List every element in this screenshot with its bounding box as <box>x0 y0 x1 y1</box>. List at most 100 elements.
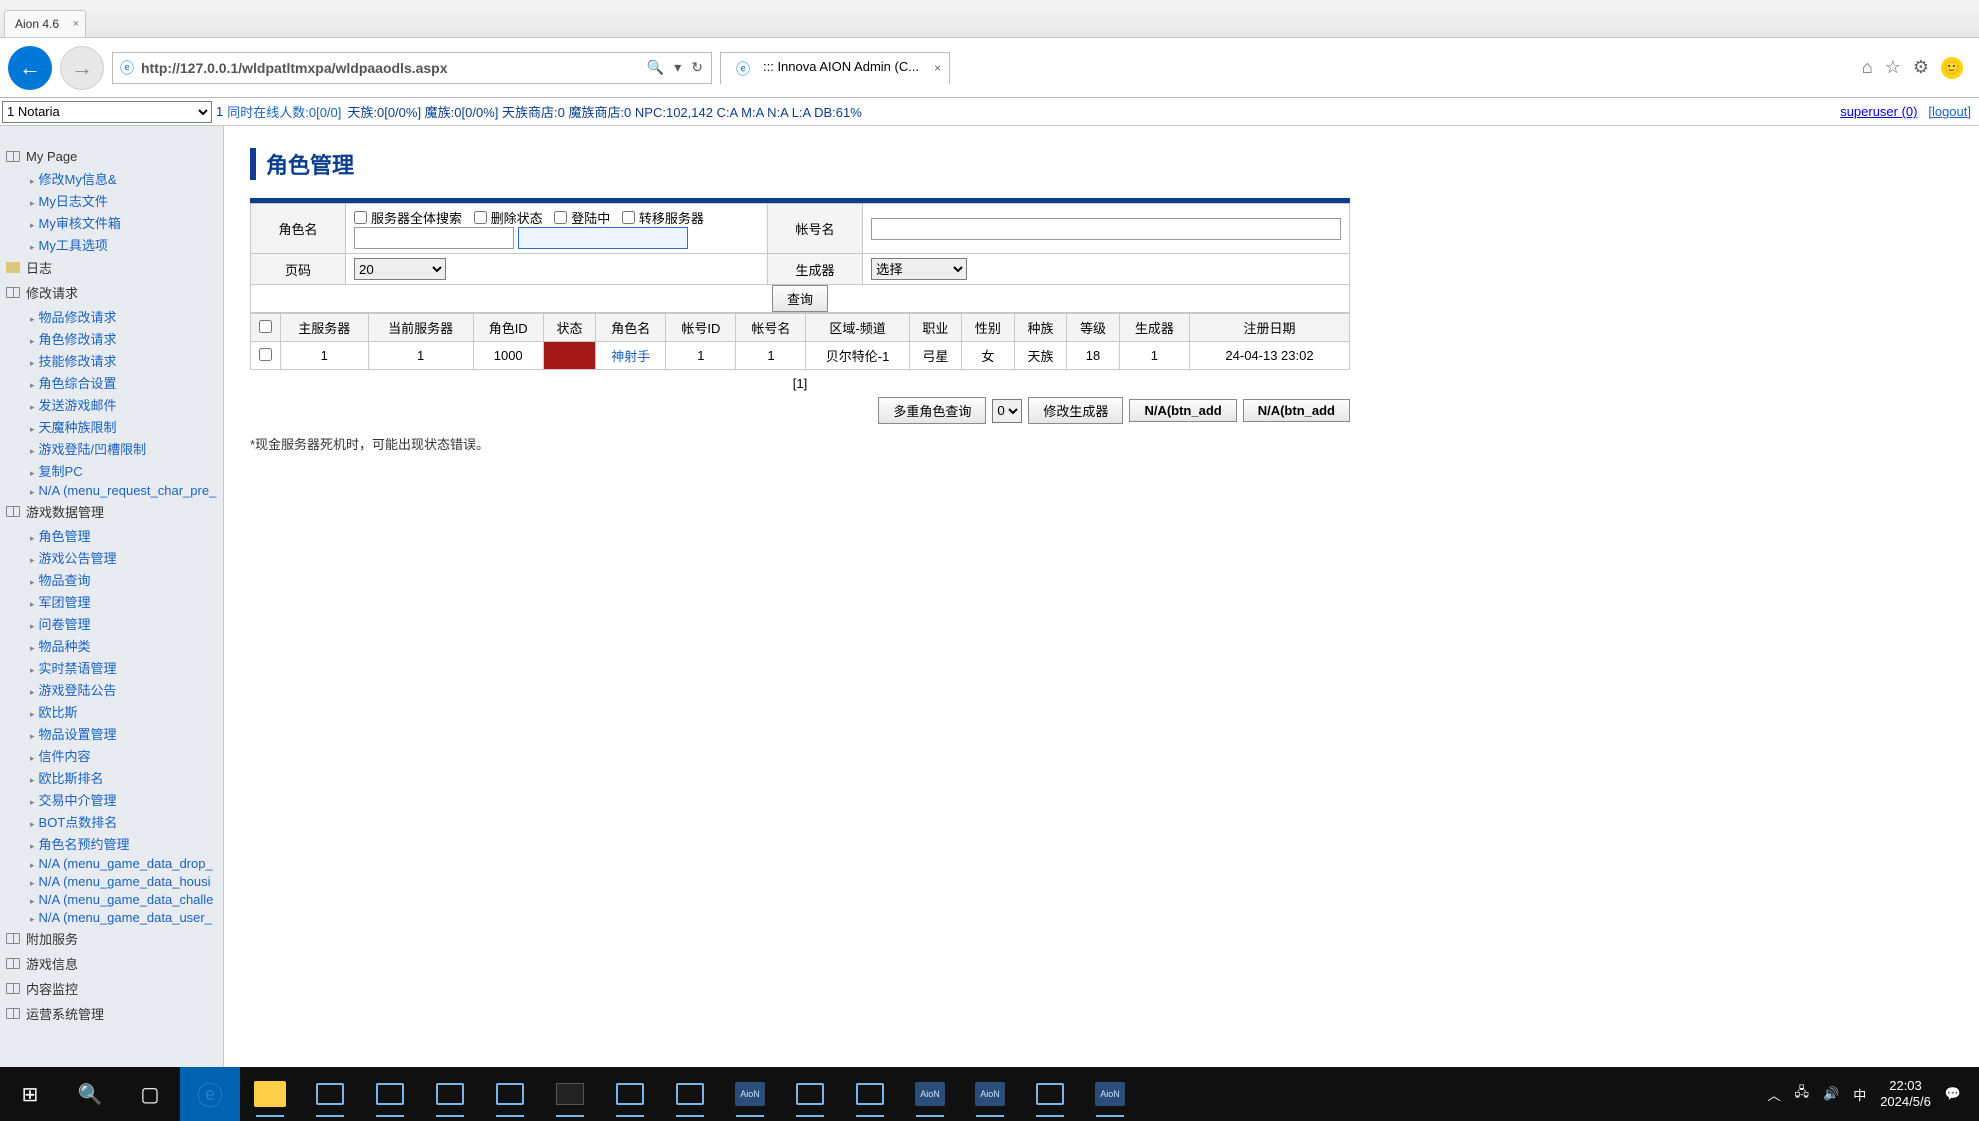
favorites-icon[interactable]: ☆ <box>1885 57 1901 79</box>
taskbar-window-1[interactable] <box>306 1074 354 1114</box>
sidebar-item[interactable]: 技能修改请求 <box>30 349 223 371</box>
sidebar-item[interactable]: 欧比斯排名 <box>30 766 223 788</box>
sidebar-link[interactable]: 修改My信息& <box>39 172 117 187</box>
sidebar-item[interactable]: 修改My信息& <box>30 167 223 189</box>
modify-generator-button[interactable]: 修改生成器 <box>1028 397 1123 424</box>
tray-notifications-icon[interactable]: 💬 <box>1945 1086 1961 1102</box>
sidebar-link[interactable]: 信件内容 <box>39 749 91 764</box>
table-row[interactable]: 1 1 1000 神射手 1 1 贝尔特伦-1 弓星 女 天族 18 1 24-… <box>251 342 1350 370</box>
sidebar-item[interactable]: 军团管理 <box>30 590 223 612</box>
taskbar-window-8[interactable] <box>846 1074 894 1114</box>
start-button[interactable]: ⊞ <box>0 1067 60 1121</box>
logout-link[interactable]: [logout] <box>1928 104 1971 119</box>
cb-del-state[interactable]: 删除状态 <box>474 208 543 227</box>
role-name-input[interactable] <box>354 227 514 249</box>
sidebar-link[interactable]: N/A (menu_game_data_user_ <box>39 910 212 925</box>
cb-all-servers[interactable]: 服务器全体搜索 <box>354 208 462 227</box>
sidebar-link[interactable]: 天魔种族限制 <box>39 420 117 435</box>
sidebar-item[interactable]: 游戏登陆/凹槽限制 <box>30 437 223 459</box>
sidebar-section-addon[interactable]: 附加服务 <box>6 926 223 951</box>
sidebar-item[interactable]: 角色综合设置 <box>30 371 223 393</box>
current-user-link[interactable]: superuser (0) <box>1840 104 1917 119</box>
sidebar-item[interactable]: 复制PC <box>30 459 223 481</box>
row-checkbox[interactable] <box>259 348 272 361</box>
sidebar-link[interactable]: My审核文件箱 <box>39 216 121 231</box>
sidebar-item[interactable]: 角色修改请求 <box>30 327 223 349</box>
sidebar-link[interactable]: 游戏登陆/凹槽限制 <box>39 442 147 457</box>
sidebar-link[interactable]: 角色综合设置 <box>39 376 117 391</box>
taskbar-window-7[interactable] <box>786 1074 834 1114</box>
sidebar-link[interactable]: 实时禁语管理 <box>39 661 117 676</box>
sidebar-link[interactable]: N/A (menu_game_data_drop_ <box>39 856 213 871</box>
address-input[interactable] <box>141 60 639 76</box>
sidebar-link[interactable]: 游戏登陆公告 <box>39 683 117 698</box>
taskbar-window-4[interactable] <box>486 1074 534 1114</box>
address-bar[interactable]: ⓔ 🔍 ▾ ↻ <box>112 52 712 84</box>
browser-tab[interactable]: ⓔ ::: Innova AION Admin (C... × <box>720 52 950 84</box>
taskbar-window-9[interactable] <box>1026 1074 1074 1114</box>
role-name-input-2[interactable] <box>518 227 688 249</box>
sidebar-item[interactable]: N/A (menu_game_data_challe <box>30 890 223 908</box>
sidebar-item[interactable]: N/A (menu_game_data_housi <box>30 872 223 890</box>
sidebar-link[interactable]: 角色名预约管理 <box>39 837 130 852</box>
sidebar-section-monitor[interactable]: 内容监控 <box>6 976 223 1001</box>
page-size-select[interactable]: 20 <box>354 258 446 280</box>
search-button[interactable]: 🔍 <box>60 1067 120 1121</box>
cb-transfer[interactable]: 转移服务器 <box>622 208 704 227</box>
sidebar-item[interactable]: 物品种类 <box>30 634 223 656</box>
btn-add-2[interactable]: N/A(btn_add <box>1243 399 1350 422</box>
close-icon[interactable]: × <box>934 61 941 75</box>
sidebar-link[interactable]: 技能修改请求 <box>39 354 117 369</box>
sidebar-link[interactable]: N/A (menu_game_data_challe <box>39 892 214 907</box>
dropdown-icon[interactable]: ▾ <box>674 59 681 76</box>
taskbar-aion-1[interactable]: AioN <box>726 1074 774 1114</box>
taskview-button[interactable]: ▢ <box>120 1067 180 1121</box>
sidebar-link[interactable]: BOT点数排名 <box>39 815 118 830</box>
taskbar-clock[interactable]: 22:03 2024/5/6 <box>1880 1078 1931 1109</box>
search-icon[interactable]: 🔍 <box>647 59 664 76</box>
sidebar-item[interactable]: N/A (menu_request_char_pre_ <box>30 481 223 499</box>
generator-select[interactable]: 选择 <box>871 258 967 280</box>
taskbar-aion-2[interactable]: AioN <box>906 1074 954 1114</box>
sidebar-link[interactable]: 军团管理 <box>39 595 91 610</box>
sidebar-section-ops[interactable]: 运营系统管理 <box>6 1001 223 1026</box>
sidebar-item[interactable]: BOT点数排名 <box>30 810 223 832</box>
sidebar-item[interactable]: 发送游戏邮件 <box>30 393 223 415</box>
sidebar-item[interactable]: 物品查询 <box>30 568 223 590</box>
taskbar-aion-4[interactable]: AioN <box>1086 1074 1134 1114</box>
sidebar-item[interactable]: 问卷管理 <box>30 612 223 634</box>
sidebar-item[interactable]: My日志文件 <box>30 189 223 211</box>
sidebar-section-gamedata[interactable]: 游戏数据管理 <box>6 499 223 524</box>
sidebar-item[interactable]: 游戏登陆公告 <box>30 678 223 700</box>
back-button[interactable]: ← <box>8 46 52 90</box>
sidebar-item[interactable]: My审核文件箱 <box>30 211 223 233</box>
sidebar-item[interactable]: 实时禁语管理 <box>30 656 223 678</box>
sidebar-link[interactable]: 角色管理 <box>39 529 91 544</box>
sidebar-link[interactable]: My工具选项 <box>39 238 108 253</box>
taskbar-cmd[interactable] <box>546 1074 594 1114</box>
sidebar-link[interactable]: 欧比斯 <box>39 705 78 720</box>
tray-volume-icon[interactable]: 🔊 <box>1823 1086 1839 1102</box>
sidebar-link[interactable]: 物品种类 <box>39 639 91 654</box>
query-button[interactable]: 查询 <box>772 285 828 312</box>
sidebar-section-info[interactable]: 游戏信息 <box>6 951 223 976</box>
sidebar-item[interactable]: 交易中介管理 <box>30 788 223 810</box>
forward-button[interactable]: → <box>60 46 104 90</box>
server-select[interactable]: 1 Notaria <box>2 101 212 123</box>
btn-add-1[interactable]: N/A(btn_add <box>1129 399 1236 422</box>
sidebar-link[interactable]: 物品查询 <box>39 573 91 588</box>
sidebar-link[interactable]: 交易中介管理 <box>39 793 117 808</box>
taskbar-file-explorer[interactable] <box>246 1074 294 1114</box>
sidebar-link[interactable]: N/A (menu_game_data_housi <box>39 874 211 889</box>
sidebar-section-modify[interactable]: 修改请求 <box>6 280 223 305</box>
action-select[interactable]: 0 <box>992 399 1022 423</box>
sidebar-item[interactable]: 游戏公告管理 <box>30 546 223 568</box>
gear-icon[interactable]: ⚙ <box>1913 57 1929 79</box>
home-icon[interactable]: ⌂ <box>1862 57 1873 79</box>
sidebar-item[interactable]: N/A (menu_game_data_drop_ <box>30 854 223 872</box>
sidebar-link[interactable]: 物品修改请求 <box>39 310 117 325</box>
refresh-icon[interactable]: ↻ <box>691 59 703 76</box>
multi-role-query-button[interactable]: 多重角色查询 <box>878 397 986 424</box>
feedback-icon[interactable]: 🙂 <box>1941 57 1963 79</box>
taskbar-aion-3[interactable]: AioN <box>966 1074 1014 1114</box>
